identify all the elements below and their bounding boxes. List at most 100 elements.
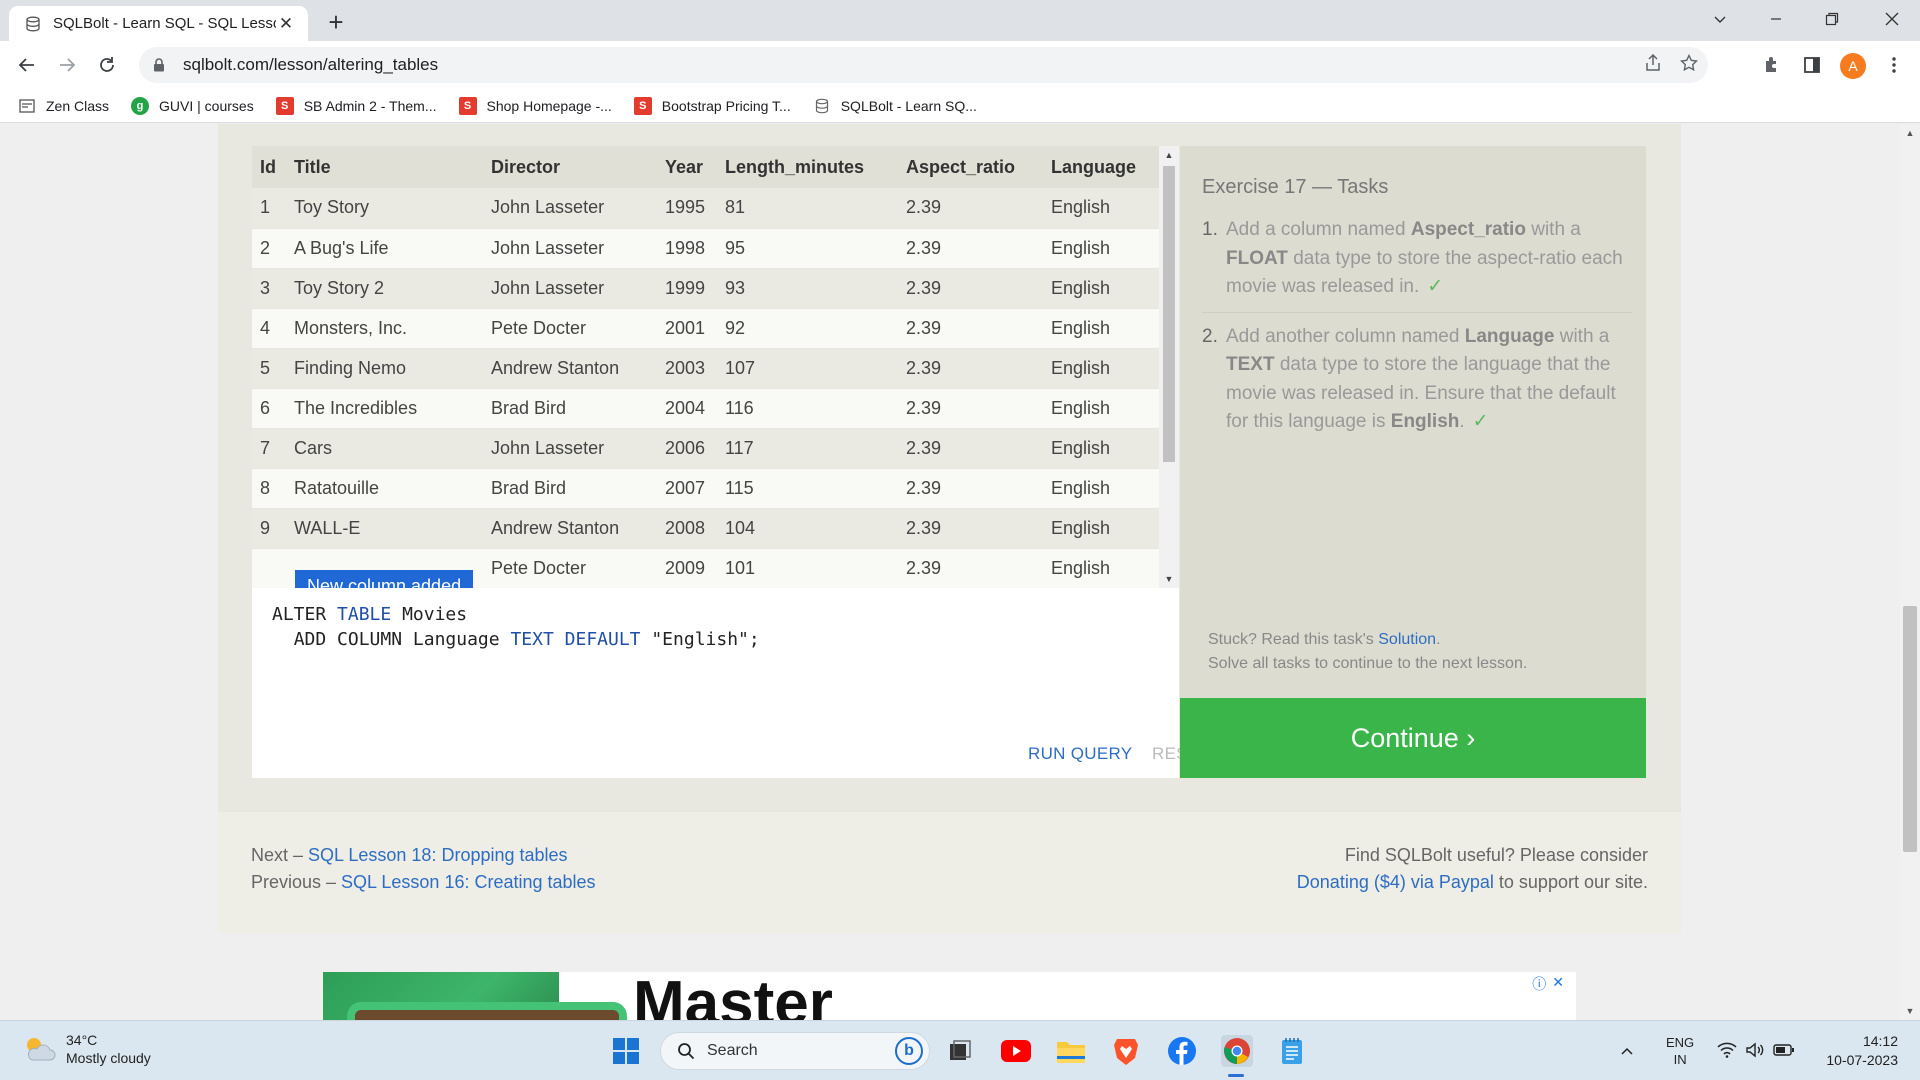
lesson-card: Id Title Director Year Length_minutes As… [218,124,1681,933]
system-tray-icons[interactable] [1717,1021,1795,1080]
run-query-button[interactable]: RUN QUERY [1028,744,1132,764]
table-cell: English [1043,428,1159,469]
table-cell: Ratatouille [286,468,483,509]
table-cell: 92 [717,308,898,349]
bing-icon[interactable]: b [895,1037,923,1065]
table-cell: 4 [252,308,286,349]
task-view-icon[interactable] [944,1035,976,1067]
battery-icon[interactable] [1773,1043,1795,1059]
table-cell: 1 [252,188,286,229]
table-cell: 81 [717,188,898,229]
forward-arrow-icon[interactable] [51,49,83,81]
more-menu-icon[interactable] [1882,53,1906,77]
browser-tab[interactable]: SQLBolt - Learn SQL - SQL Lesso ✕ [9,6,308,41]
notepad-icon[interactable] [1276,1035,1308,1067]
show-hidden-icons[interactable] [1620,1021,1634,1080]
scrollbar-thumb[interactable] [1163,166,1175,462]
table-scrollbar[interactable]: ▲ ▼ [1159,146,1179,588]
bookmark-guvi[interactable]: g GUVI | courses [131,96,254,115]
bookmark-sqlbolt[interactable]: SQLBolt - Learn SQ... [813,97,977,115]
file-explorer-icon[interactable] [1055,1035,1087,1067]
table-cell: 5 [252,348,286,389]
advertisement-banner[interactable]: Master ⓘ ✕ [323,972,1576,1020]
facebook-icon[interactable] [1166,1035,1198,1067]
chevron-down-icon[interactable] [1692,0,1748,38]
table-cell: 2006 [657,428,717,469]
previous-lesson-link[interactable]: SQL Lesson 16: Creating tables [341,872,596,892]
stuck-note: Stuck? Read this task's Solution. Solve … [1208,631,1528,672]
table-cell: 3 [252,268,286,309]
close-icon[interactable]: ✕ [276,14,296,34]
bookmark-bootstrap-pricing[interactable]: S Bootstrap Pricing T... [633,96,791,115]
table-row: 2A Bug's Life John Lasseter 1998 95 2.39 Engl… [252,228,1159,269]
scroll-up-icon[interactable]: ▲ [1163,150,1175,160]
sql-code[interactable]: ALTER TABLE Movies ADD COLUMN Language T… [272,602,760,652]
side-panel-icon[interactable] [1800,53,1824,77]
table-cell: 2009 [657,548,717,588]
table-cell: 117 [717,428,898,469]
s-icon: S [458,96,477,115]
weather-condition: Mostly cloudy [66,1050,151,1066]
column-header: Director [483,146,657,188]
window-close-icon[interactable] [1864,0,1920,38]
address-bar[interactable]: sqlbolt.com/lesson/altering_tables [139,47,1708,83]
table-cell: 9 [252,508,286,549]
continue-button[interactable]: Continue › [1180,698,1646,778]
windows-taskbar: 34°C Mostly cloudy Search b ENG IN 14:12… [0,1020,1920,1080]
windows-start-icon[interactable] [610,1035,642,1067]
next-lesson-link[interactable]: SQL Lesson 18: Dropping tables [308,845,568,865]
new-column-toast: New column added [295,570,474,588]
table-cell: 95 [717,228,898,269]
brave-browser-icon[interactable] [1110,1035,1142,1067]
table-cell: 1999 [657,268,717,309]
page-scrollbar[interactable]: ▲ ▼ [1900,124,1920,1020]
info-icon[interactable]: ⓘ [1532,974,1546,994]
profile-avatar[interactable]: A [1840,53,1866,79]
bookmark-zen-class[interactable]: Zen Class [18,97,109,115]
close-icon[interactable]: ✕ [1552,974,1564,994]
language-indicator[interactable]: ENG IN [1666,1021,1694,1080]
table-cell: 2007 [657,468,717,509]
ad-choices[interactable]: ⓘ ✕ [1532,974,1564,994]
results-table-container[interactable]: Id Title Director Year Length_minutes As… [252,146,1179,588]
scroll-up-icon[interactable]: ▲ [1904,128,1916,138]
table-cell: John Lasseter [483,428,657,469]
task-item: 1. Add a column named Aspect_ratio with … [1202,216,1632,313]
reload-icon[interactable] [91,49,123,81]
donate-link[interactable]: Donating ($4) via Paypal [1297,872,1494,892]
system-clock[interactable]: 14:12 10-07-2023 [1818,1032,1898,1070]
table-cell: English [1043,548,1159,588]
table-cell: 2.39 [898,508,1043,549]
bookmark-sb-admin[interactable]: S SB Admin 2 - Them... [275,96,437,115]
wifi-icon[interactable] [1717,1042,1737,1061]
scrollbar-thumb[interactable] [1903,606,1917,852]
check-icon: ✓ [1427,276,1444,297]
table-cell: English [1043,388,1159,429]
donate-note: Find SQLBolt useful? Please consider Don… [1296,845,1648,892]
table-cell: English [1043,348,1159,389]
back-arrow-icon[interactable] [11,49,43,81]
weather-widget[interactable]: 34°C Mostly cloudy [22,1031,151,1067]
scroll-down-icon[interactable]: ▼ [1163,574,1175,584]
extensions-icon[interactable] [1760,53,1784,77]
table-cell: 2001 [657,308,717,349]
share-icon[interactable] [1644,53,1662,77]
solution-link[interactable]: Solution [1378,631,1436,648]
new-tab-button[interactable]: + [322,7,350,37]
restore-icon[interactable] [1804,0,1860,38]
volume-icon[interactable] [1745,1042,1765,1061]
table-cell: Toy Story [286,188,483,229]
tasks-panel: Exercise 17 — Tasks 1. Add a column name… [1180,146,1646,698]
bookmark-shop-homepage[interactable]: S Shop Homepage -... [458,96,612,115]
taskbar-search[interactable]: Search b [660,1032,930,1070]
task-item: 2. Add another column named Language wit… [1202,325,1616,433]
minimize-icon[interactable] [1748,0,1804,38]
bookmark-star-icon[interactable] [1679,53,1699,77]
scroll-down-icon[interactable]: ▼ [1904,1006,1916,1016]
table-cell: Toy Story 2 [286,268,483,309]
sql-editor[interactable]: ALTER TABLE Movies ADD COLUMN Language T… [252,588,1210,778]
chrome-icon[interactable] [1221,1035,1253,1067]
youtube-icon[interactable] [1000,1035,1032,1067]
table-cell: 6 [252,388,286,429]
table-cell: John Lasseter [483,188,657,229]
